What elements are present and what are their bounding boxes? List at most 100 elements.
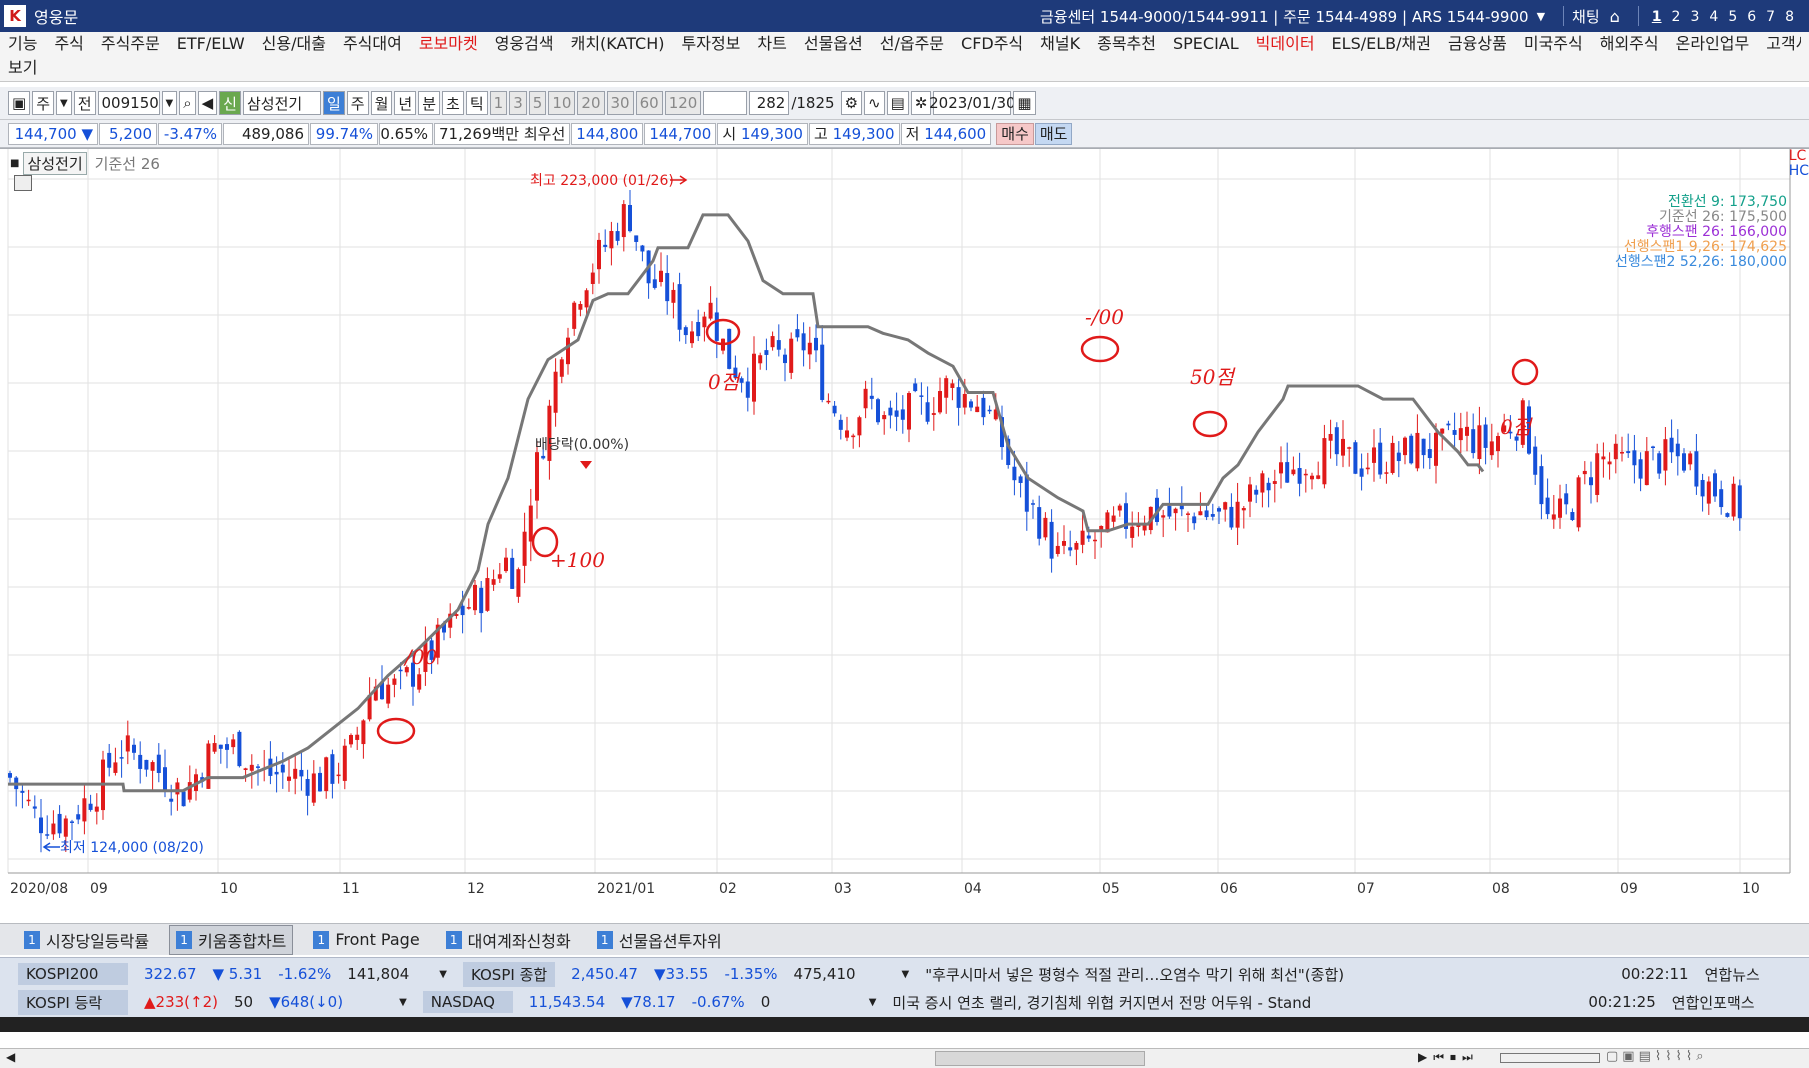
interval-1[interactable]: 1 [489, 91, 508, 115]
menu-item-21[interactable]: 해외주식 [1600, 32, 1659, 56]
period-1[interactable]: 주 [346, 91, 369, 115]
chevron-down-icon[interactable]: ▼ [439, 969, 447, 980]
interval-120[interactable]: 120 [664, 91, 702, 115]
tab-0[interactable]: 1 시장당일등락률 [18, 926, 155, 954]
chevron-down-icon[interactable]: ▼ [1537, 10, 1545, 23]
zoom-slider[interactable] [1500, 1053, 1600, 1063]
interval-60[interactable]: 60 [635, 91, 663, 115]
chart-grid-icon[interactable] [14, 175, 32, 191]
sell-button[interactable]: 매도 [1034, 122, 1073, 145]
menu-item-14[interactable]: 채널K [1040, 32, 1080, 56]
chat-button[interactable]: 채팅 [1572, 6, 1600, 27]
menu-item-view[interactable]: 보기 [8, 56, 1801, 80]
screen-number-6[interactable]: 6 [1747, 9, 1756, 25]
interval-20[interactable]: 20 [577, 91, 605, 115]
menu-item-12[interactable]: 선/옵주문 [880, 32, 944, 56]
candle-body [1700, 479, 1705, 497]
menu-item-0[interactable]: 기능 [8, 32, 37, 56]
chevron-down-icon[interactable]: ▼ [902, 969, 910, 980]
date-input[interactable]: 2023/01/30 [929, 91, 1016, 115]
speaker-icon[interactable]: ◀ [197, 91, 218, 115]
menu-item-1[interactable]: 주식 [54, 32, 83, 56]
menu-item-16[interactable]: SPECIAL [1173, 32, 1239, 56]
candle-body [125, 735, 130, 752]
type-dropdown-icon[interactable]: ▼ [56, 91, 72, 115]
volume-ratio: 99.74% [310, 122, 378, 145]
code-dropdown-icon[interactable]: ▼ [161, 91, 178, 115]
chart-scrollbar[interactable]: ◀ ▶⏮⏹⏭ ▢▣▤⌇⌇⌇⌇⌕ [0, 1048, 1809, 1068]
candle-body [845, 430, 849, 438]
menu-item-15[interactable]: 종목추천 [1097, 32, 1156, 56]
menu-item-2[interactable]: 주식주문 [101, 32, 160, 56]
period-5[interactable]: 초 [442, 91, 464, 115]
interval-3[interactable]: 3 [509, 91, 527, 115]
menu-item-7[interactable]: 영웅검색 [495, 32, 554, 56]
tab-2[interactable]: 1 Front Page [307, 928, 425, 951]
best-bid: 144,700 [644, 122, 717, 145]
period-2[interactable]: 월 [370, 91, 393, 115]
period-6[interactable]: 틱 [465, 91, 488, 115]
screen-number-5[interactable]: 5 [1728, 9, 1737, 25]
menu-item-3[interactable]: ETF/ELW [177, 32, 245, 56]
tab-4[interactable]: 1 선물옵션투자위 [591, 926, 728, 954]
period-0[interactable]: 일 [322, 91, 345, 115]
menu-item-4[interactable]: 신용/대출 [262, 32, 326, 56]
menu-item-5[interactable]: 주식대여 [343, 32, 402, 56]
interval-10[interactable]: 10 [548, 91, 576, 115]
menu-item-13[interactable]: CFD주식 [961, 32, 1023, 56]
type-select[interactable]: 주 [32, 91, 54, 115]
menu-item-23[interactable]: 고객서비 [1766, 32, 1801, 56]
interval-5[interactable]: 5 [528, 91, 547, 115]
home-icon[interactable]: ⌂ [1610, 7, 1620, 26]
price-chart[interactable]: 2020/08 09 10 11 12 2021/01 02 03 04 05 06 07 08 09 10… [0, 148, 1809, 1068]
candle-body [739, 378, 744, 383]
tab-3[interactable]: 1 대여계좌신청화 [440, 926, 577, 954]
menu-item-9[interactable]: 투자정보 [682, 32, 741, 56]
news-headline-2[interactable]: 미국 증시 연초 랠리, 경기침체 위협 커지면서 전망 어두워 - Stand [892, 992, 1572, 1013]
chevron-down-icon[interactable]: ▼ [399, 997, 407, 1008]
interval-custom-input[interactable] [703, 91, 748, 115]
scope-button[interactable]: 전 [73, 91, 96, 115]
menu-item-11[interactable]: 선물옵션 [804, 32, 863, 56]
menu-item-8[interactable]: 캐치(KATCH) [571, 32, 665, 56]
screen-number-8[interactable]: 8 [1785, 9, 1794, 25]
ticker-kospi200-label: KOSPI200 [18, 963, 128, 985]
menu-item-18[interactable]: ELS/ELB/채권 [1332, 32, 1431, 56]
screen-number-3[interactable]: 3 [1690, 9, 1699, 25]
screen-number-2[interactable]: 2 [1672, 9, 1681, 25]
candle-body [776, 340, 781, 350]
screen-number-1[interactable]: 1 [1652, 9, 1662, 25]
calendar-icon[interactable]: ▦ [1013, 91, 1036, 115]
buy-button[interactable]: 매수 [996, 122, 1034, 145]
chevron-down-icon[interactable]: ▼ [869, 997, 877, 1008]
menu-item-22[interactable]: 온라인업무 [1676, 32, 1750, 56]
screen-number-4[interactable]: 4 [1709, 9, 1718, 25]
interval-30[interactable]: 30 [606, 91, 634, 115]
stock-code-input[interactable]: 009150 [97, 91, 160, 115]
ticker-nasdaq-label: NASDAQ [422, 991, 513, 1013]
tab-1[interactable]: 1 키움종합차트 [169, 924, 294, 955]
menu-item-17[interactable]: 빅데이터 [1256, 32, 1315, 56]
chart-canvas[interactable]: 2020/08 09 10 11 12 2021/01 02 03 04 05 06 07 08 09 10… [0, 149, 1809, 900]
period-4[interactable]: 분 [418, 91, 441, 115]
draw-tools[interactable]: ▢▣▤⌇⌇⌇⌇⌕ [1606, 1049, 1708, 1064]
menu-item-19[interactable]: 금융상품 [1448, 32, 1507, 56]
menu-item-20[interactable]: 미국주식 [1524, 32, 1583, 56]
legend-stock-name[interactable]: 삼성전기 [23, 152, 87, 175]
indicator-icon[interactable]: ⚙ [840, 91, 863, 115]
stock-name[interactable]: 삼성전기 [242, 91, 321, 115]
playback-controls[interactable]: ▶⏮⏹⏭ [1418, 1050, 1479, 1065]
save-icon[interactable]: ▤ [886, 91, 909, 115]
candle-body [249, 764, 254, 771]
layout-icon[interactable]: ▣ [8, 91, 31, 115]
period-3[interactable]: 년 [394, 91, 417, 115]
screen-number-7[interactable]: 7 [1766, 9, 1775, 25]
news-headline[interactable]: "후쿠시마서 넣은 평형수 적절 관리…오염수 막기 위해 최선"(종합) [925, 964, 1605, 985]
menu-item-10[interactable]: 차트 [757, 32, 786, 56]
screen-numbers[interactable]: 12345678 [1647, 7, 1799, 25]
search-icon[interactable]: ⌕ [179, 91, 196, 115]
candle-body [578, 304, 583, 310]
count-input[interactable]: 282 [749, 91, 790, 115]
menu-item-6[interactable]: 로보마켓 [419, 32, 478, 56]
drawing-icon[interactable]: ∿ [864, 91, 885, 115]
